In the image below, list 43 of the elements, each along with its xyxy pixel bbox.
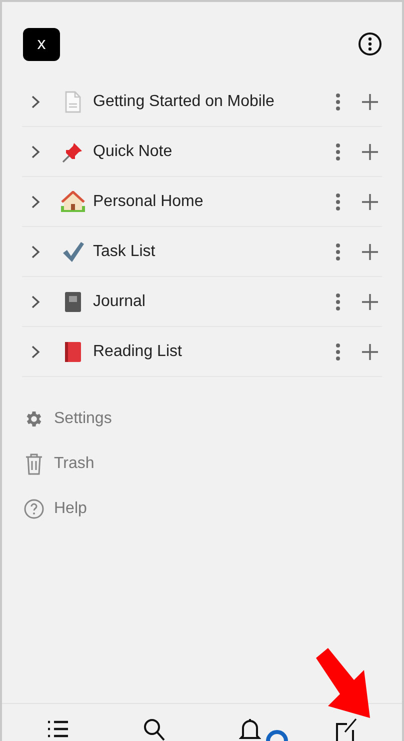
menu-item[interactable]: Trash — [54, 452, 94, 476]
chevron-right-icon[interactable] — [31, 144, 40, 158]
add-icon[interactable] — [361, 142, 379, 160]
help-icon — [24, 499, 44, 519]
page-title[interactable]: Personal Home — [93, 190, 335, 214]
add-icon[interactable] — [361, 242, 379, 260]
page-title[interactable]: Reading List — [93, 340, 335, 364]
more-vertical-icon[interactable] — [335, 292, 341, 310]
compose-icon[interactable] — [335, 718, 357, 741]
add-icon[interactable] — [361, 192, 379, 210]
search-icon[interactable] — [143, 718, 165, 741]
house-icon — [61, 190, 85, 212]
more-vertical-icon[interactable] — [335, 342, 341, 360]
list-icon[interactable] — [47, 718, 69, 740]
document-icon — [64, 90, 82, 112]
menu-item[interactable]: Help — [54, 497, 87, 521]
more-vertical-icon[interactable] — [335, 142, 341, 160]
more-vertical-icon[interactable] — [335, 192, 341, 210]
menu-item[interactable]: Settings — [54, 407, 112, 431]
settings-icon — [24, 409, 44, 429]
more-vertical-icon[interactable] — [335, 92, 341, 110]
add-icon[interactable] — [361, 342, 379, 360]
checkmark-icon — [62, 240, 84, 262]
chevron-right-icon[interactable] — [31, 194, 40, 208]
chevron-right-icon[interactable] — [31, 244, 40, 258]
chevron-right-icon[interactable] — [31, 94, 40, 108]
page-title[interactable]: Task List — [93, 240, 335, 264]
page-title[interactable]: Getting Started on Mobile — [93, 90, 335, 114]
chevron-right-icon[interactable] — [31, 344, 40, 358]
page-title[interactable]: Quick Note — [93, 140, 335, 164]
chevron-right-icon[interactable] — [31, 294, 40, 308]
bell-icon[interactable] — [239, 718, 261, 741]
trash-icon — [25, 453, 43, 475]
add-icon[interactable] — [361, 92, 379, 110]
notebook-icon — [64, 290, 82, 312]
more-options-icon[interactable] — [358, 32, 382, 56]
app-logo: x — [23, 28, 60, 60]
page-title[interactable]: Journal — [93, 290, 335, 314]
pushpin-icon — [62, 140, 84, 162]
more-vertical-icon[interactable] — [335, 242, 341, 260]
add-icon[interactable] — [361, 292, 379, 310]
book-icon — [64, 340, 82, 362]
arrow-annotation — [314, 648, 372, 718]
